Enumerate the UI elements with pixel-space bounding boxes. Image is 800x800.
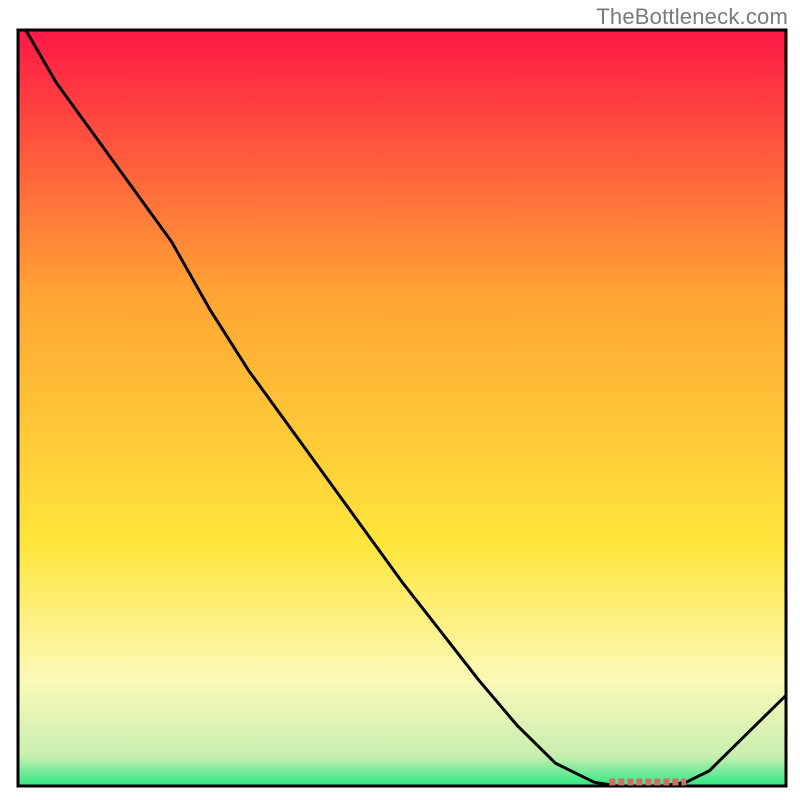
chart-container: TheBottleneck.com [0,0,800,800]
attribution-text: TheBottleneck.com [596,4,788,30]
bottleneck-chart [0,0,800,800]
plot-background [18,30,786,786]
